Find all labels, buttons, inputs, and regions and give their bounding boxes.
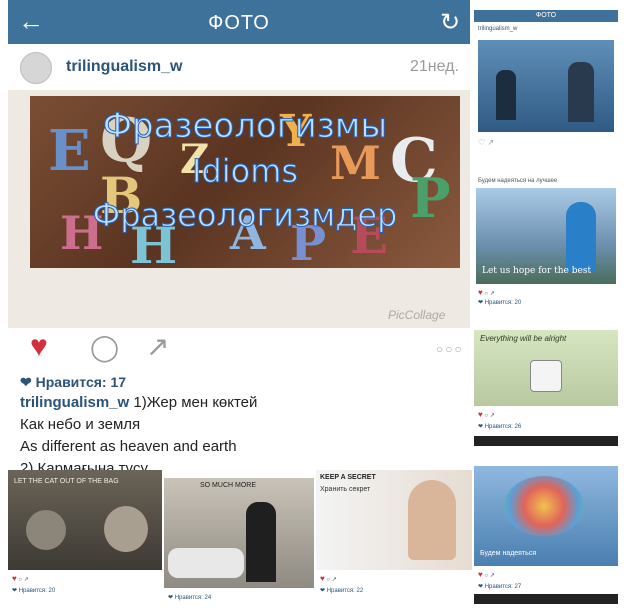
share-arrow-icon[interactable]: ↗ [146,330,169,363]
bottom-post-card-1[interactable]: LET THE CAT OUT OF THE BAG ♥ ○ ↗ ❤ Нрави… [8,470,162,613]
top-bar: ← ФОТО ↻ [8,0,470,44]
mini-likes: ❤ Нравится: 22 [320,588,364,594]
mini-nav-bar [474,594,618,604]
mini-photo: LET THE CAT OUT OF THE BAG [8,470,162,570]
side-post-card-3[interactable]: Everything will be alright ♥ ○ ↗ ❤ Нрави… [474,330,618,460]
mini-actions: ♥ ○ ↗ [478,570,495,579]
side-post-card-2[interactable]: Будем надеяться на лучшее Let us hope fo… [474,176,618,326]
comment-bubble-icon[interactable]: ◯ [90,332,119,363]
mini-actions: ♥ ○ ↗ [12,574,29,583]
mini-card-subtext: Хранить секрет [320,486,371,493]
mini-likes: ❤ Нравится: 20 [478,300,522,306]
mini-likes: ❤ Нравится: 24 [168,595,212,601]
mini-actions: ♡ ↗ [478,138,495,147]
likes-count[interactable]: ❤ Нравится: 17 [20,374,126,391]
mini-likes: ❤ Нравится: 26 [478,424,522,430]
caption-text-1: 1)Жер мен көктей [129,394,258,411]
like-heart-icon[interactable]: ♥ [30,330,48,364]
caption-line-3: As different as heaven and earth [20,438,237,455]
post-username[interactable]: trilingualism_w [66,58,182,76]
side-post-card-1[interactable]: ФОТО trilingualism_w ♡ ↗ [474,10,618,170]
page-title: ФОТО [208,12,270,34]
collage-title-en: Idioms [191,152,299,191]
mini-top-bar: ФОТО [474,10,618,22]
avatar[interactable] [20,52,52,84]
more-options-icon[interactable]: ○○○ [436,342,464,356]
mini-actions: ♥ ○ ↗ [478,288,495,297]
mini-card-text: KEEP A SECRET [320,474,376,481]
mini-photo: Everything will be alright [474,330,618,406]
post-caption: ❤ Нравится: 17 trilingualism_w 1)Жер мен… [8,372,470,470]
idioms-collage-image: E Q B C H P M Y E A Z H P Фразеологизмы … [30,96,460,268]
mini-likes: ❤ Нравится: 20 [12,588,56,594]
mini-likes: ❤ Нравится: 27 [478,584,522,590]
mini-photo: Let us hope for the best [476,188,616,284]
caption-line-1: trilingualism_w 1)Жер мен көктей [20,394,257,411]
mini-photo [478,40,614,132]
mini-actions: ♥ ○ ↗ [320,574,337,583]
mini-card-text: Будем надеяться [480,550,537,557]
watermark: PicCollage [388,308,446,322]
collage-title-ru: Фразеологизмы [102,106,388,147]
caption-line-4: 2) Қармағына түсу [20,460,148,470]
caption-username[interactable]: trilingualism_w [20,394,129,411]
mini-caption: Let us hope for the best [482,266,592,276]
mini-card-text: Everything will be alright [480,334,567,343]
collage-title-kz: Фразеологизмдер [92,196,398,235]
main-post-panel: ← ФОТО ↻ trilingualism_w 21нед. E Q B C … [8,0,470,470]
mini-photo: Будем надеяться [474,466,618,566]
caption-line-2: Как небо и земля [20,416,141,433]
mini-photo: KEEP A SECRET Хранить секрет [316,470,472,570]
post-actions: ♥ ◯ ↗ ○○○ [8,328,470,372]
bottom-post-card-3[interactable]: KEEP A SECRET Хранить секрет ♥ ○ ↗ ❤ Нра… [316,470,472,613]
mini-actions: ♥ ○ ↗ [478,410,495,419]
mini-username: trilingualism_w [478,26,518,32]
post-timestamp: 21нед. [410,58,459,75]
bottom-post-card-4[interactable]: Будем надеяться ♥ ○ ↗ ❤ Нравится: 27 [474,466,618,613]
bottom-post-card-2[interactable]: SO MUCH MORE ❤ Нравится: 24 [164,478,314,613]
mini-photo: SO MUCH MORE [164,478,314,588]
mini-card-text: SO MUCH MORE [200,482,256,489]
post-photo[interactable]: E Q B C H P M Y E A Z H P Фразеологизмы … [8,90,470,328]
mini-card-text: LET THE CAT OUT OF THE BAG [14,478,119,485]
post-header: trilingualism_w 21нед. [8,44,470,90]
mini-nav-bar [474,436,618,446]
mini-card-text: Будем надеяться на лучшее [478,178,558,184]
refresh-icon[interactable]: ↻ [440,8,460,37]
